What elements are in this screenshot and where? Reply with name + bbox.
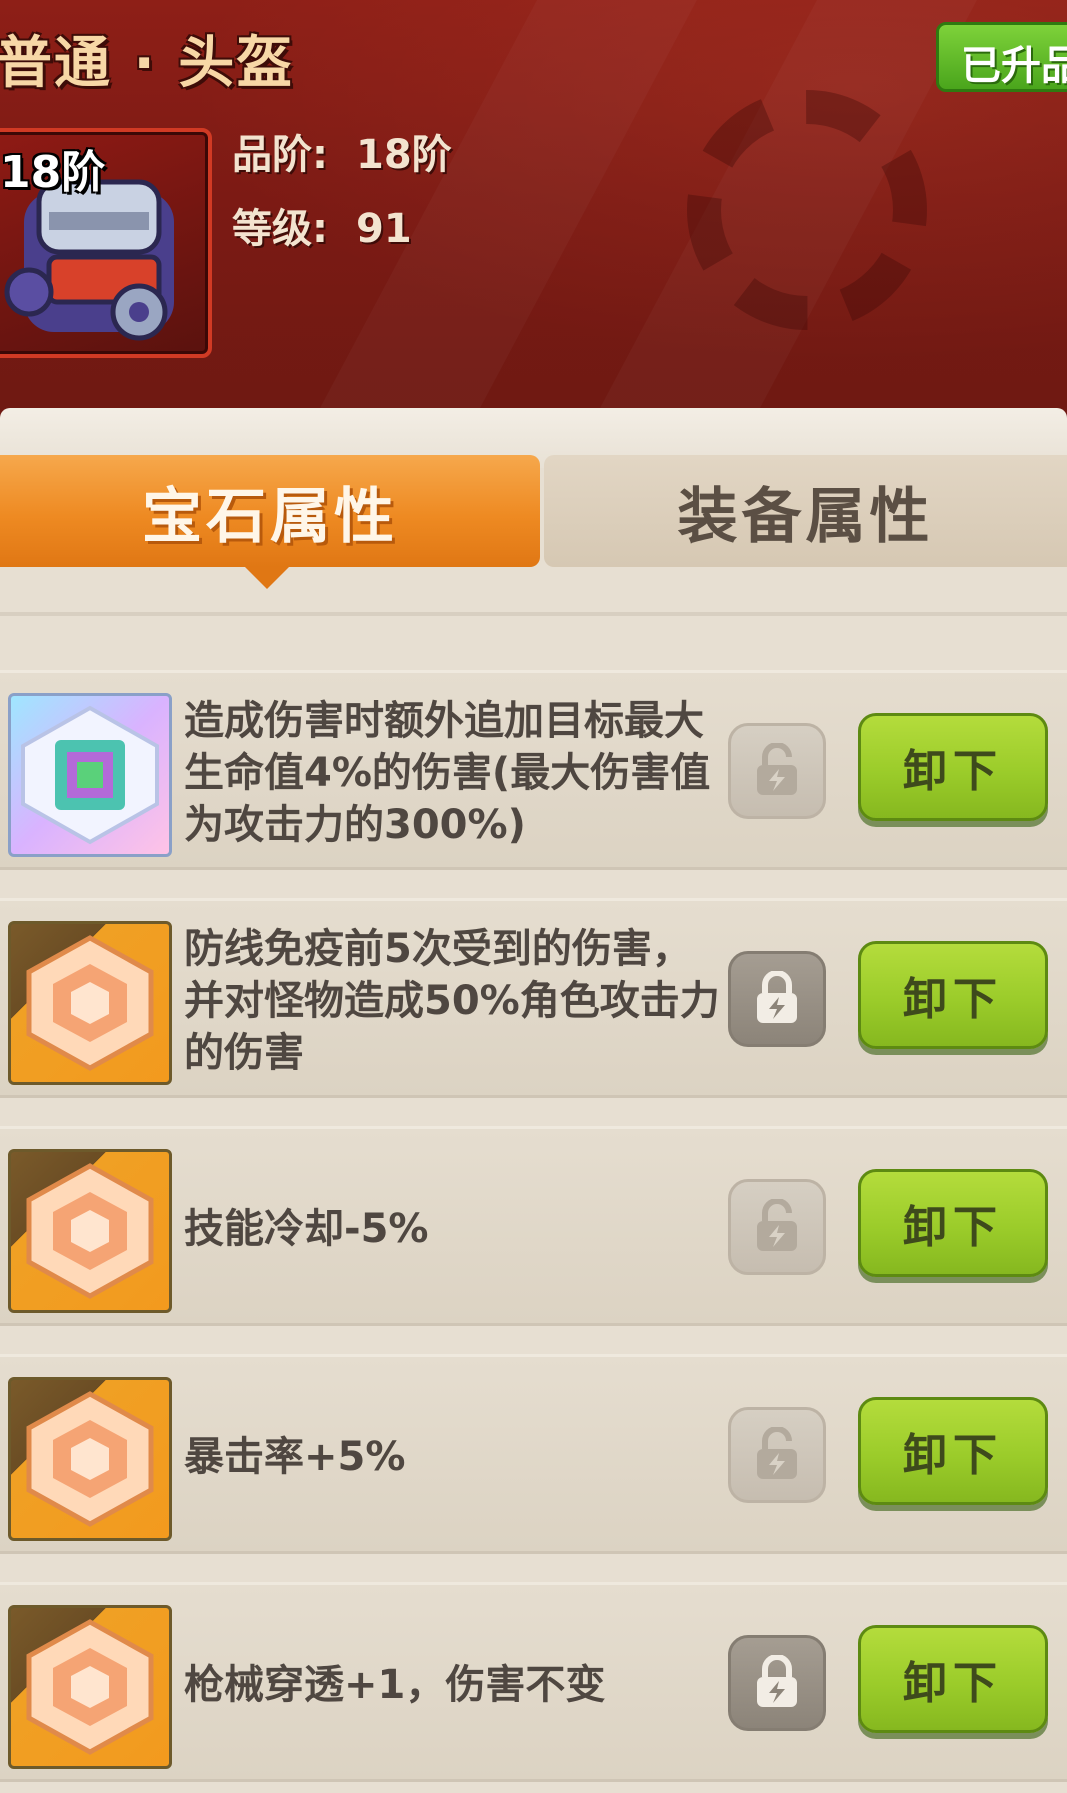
lock-toggle-button[interactable] xyxy=(728,723,826,819)
upgraded-badge: 已升品 xyxy=(936,22,1067,92)
gem-row: 防线免疫前5次受到的伤害，并对怪物造成50%角色攻击力的伤害 卸下 xyxy=(0,898,1067,1098)
orange-gem-icon xyxy=(8,1149,172,1313)
divider xyxy=(0,612,1067,616)
gem-description: 造成伤害时额外追加目标最大生命值4%的伤害(最大伤害值为攻击力的300%) xyxy=(184,698,711,848)
lock-open-icon xyxy=(757,1427,797,1479)
gem-row: 暴击率+5% 卸下 xyxy=(0,1354,1067,1554)
gem-description: 枪械穿透+1，伤害不变 xyxy=(184,1662,606,1708)
helmet-item-frame[interactable]: 18阶 xyxy=(0,128,212,358)
stat-grade: 品阶: 18阶 xyxy=(232,122,452,180)
lock-open-icon xyxy=(757,1199,797,1251)
orange-gem-icon xyxy=(8,1605,172,1769)
gem-description: 防线免疫前5次受到的伤害，并对怪物造成50%角色攻击力的伤害 xyxy=(184,926,720,1076)
stat-level-label: 等级: xyxy=(232,206,328,252)
stat-grade-value: 18阶 xyxy=(356,132,452,178)
stat-level: 等级: 91 xyxy=(232,196,412,254)
lock-open-icon xyxy=(757,743,797,795)
equipment-header: 普通 · 头盔 已升品 18阶 品阶: 18阶 等级: 91 xyxy=(0,0,1067,440)
lock-toggle-button[interactable] xyxy=(728,951,826,1047)
gear-decoration-icon xyxy=(687,90,927,330)
stat-grade-label: 品阶: xyxy=(232,132,328,178)
gem-row: 枪械穿透+1，伤害不变 卸下 xyxy=(0,1582,1067,1782)
unload-button[interactable]: 卸下 xyxy=(858,1169,1048,1277)
item-tier-label: 18阶 xyxy=(0,147,106,198)
rainbow-gem-icon xyxy=(8,693,172,857)
gem-description: 暴击率+5% xyxy=(184,1434,406,1480)
gem-row: 技能冷却-5% 卸下 xyxy=(0,1126,1067,1326)
lock-toggle-button[interactable] xyxy=(728,1407,826,1503)
unload-button[interactable]: 卸下 xyxy=(858,941,1048,1049)
lock-closed-icon xyxy=(757,971,797,1023)
orange-gem-icon xyxy=(8,921,172,1085)
unload-button[interactable]: 卸下 xyxy=(858,1397,1048,1505)
equipment-title: 普通 · 头盔 xyxy=(0,31,295,96)
tab-gem-attributes[interactable]: 宝石属性 xyxy=(0,455,540,589)
tab-equipment-attributes[interactable]: 装备属性 xyxy=(544,455,1067,567)
lock-closed-icon xyxy=(757,1655,797,1707)
gem-row: 造成伤害时额外追加目标最大生命值4%的伤害(最大伤害值为攻击力的300%) 卸下 xyxy=(0,670,1067,870)
orange-gem-icon xyxy=(8,1377,172,1541)
unload-button[interactable]: 卸下 xyxy=(858,713,1048,821)
unload-button[interactable]: 卸下 xyxy=(858,1625,1048,1733)
stat-level-value: 91 xyxy=(356,206,412,252)
lock-toggle-button[interactable] xyxy=(728,1635,826,1731)
gem-description: 技能冷却-5% xyxy=(184,1206,429,1252)
lock-toggle-button[interactable] xyxy=(728,1179,826,1275)
